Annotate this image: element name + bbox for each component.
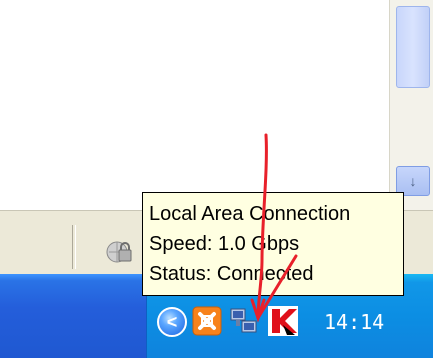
show-hidden-icons-button[interactable]: <	[157, 307, 187, 337]
network-connection-icon[interactable]	[228, 306, 260, 338]
kaspersky-icon[interactable]	[267, 305, 299, 337]
window-content-area	[0, 0, 433, 210]
network-tooltip: Local Area Connection Speed: 1.0 Gbps St…	[142, 192, 404, 296]
screenshot: ↓ Local Area Connection Speed: 1.0 Gbps …	[0, 0, 433, 358]
status-bar-separator	[72, 225, 76, 269]
tooltip-speed: Speed: 1.0 Gbps	[149, 233, 300, 255]
scrollbar-thumb[interactable]	[396, 6, 430, 88]
tooltip-status: Status: Connected	[149, 263, 314, 285]
chevron-down-icon: ↓	[409, 173, 417, 189]
security-zone-icon[interactable]	[103, 239, 137, 265]
tooltip-title: Local Area Connection	[149, 203, 351, 225]
taskbar-clock[interactable]: 14:14	[324, 310, 384, 334]
vertical-scrollbar[interactable]: ↓	[389, 0, 433, 210]
xampp-icon[interactable]	[191, 305, 223, 337]
